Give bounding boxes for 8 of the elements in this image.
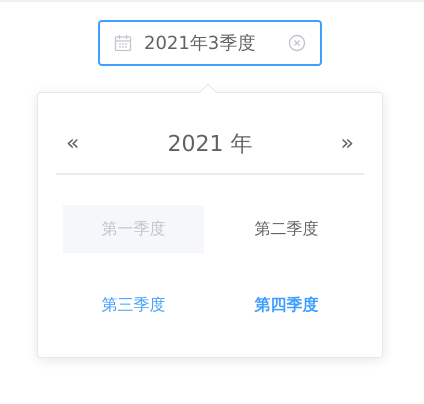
date-input-field[interactable]: 2021年3季度 [98, 20, 322, 66]
year-label: 2021 年 [168, 130, 252, 158]
clear-icon[interactable] [288, 34, 306, 52]
previous-year-button[interactable]: « [66, 133, 80, 155]
calendar-icon [114, 34, 132, 52]
quarter-cell[interactable]: 第二季度 [254, 217, 318, 241]
next-year-button[interactable]: » [340, 133, 354, 155]
date-value: 2021年3季度 [144, 32, 256, 56]
